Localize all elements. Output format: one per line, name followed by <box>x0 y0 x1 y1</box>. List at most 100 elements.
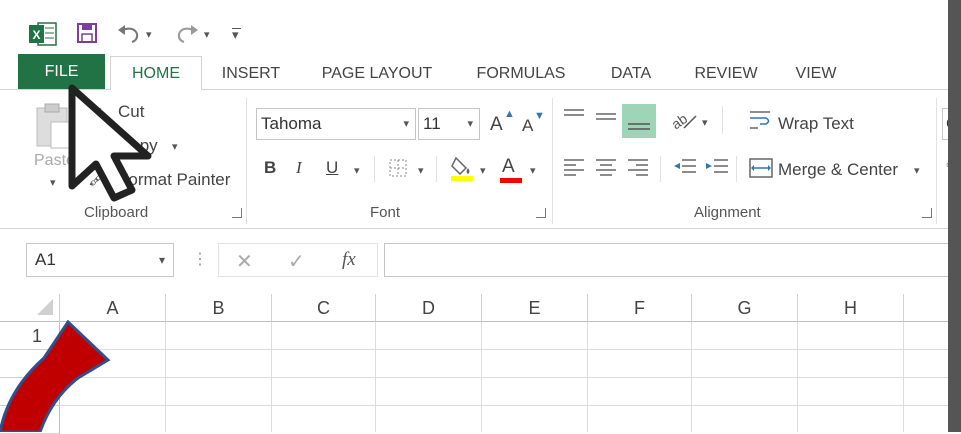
grid-line <box>797 322 798 432</box>
grow-font-icon: ▲ <box>504 108 515 120</box>
grid-line <box>903 322 904 432</box>
fill-color-icon[interactable] <box>450 154 476 182</box>
grid-line <box>481 322 482 432</box>
svg-text:ab: ab <box>670 110 690 132</box>
wrap-text-button[interactable]: Wrap Text <box>778 114 854 134</box>
wrap-text-icon[interactable] <box>748 108 774 132</box>
separator <box>374 156 375 182</box>
merge-center-dropdown-icon[interactable]: ▾ <box>914 164 920 177</box>
align-bottom-icon <box>628 123 650 130</box>
merge-center-button[interactable]: Merge & Center <box>778 160 898 180</box>
column-header-b[interactable]: B <box>166 294 272 322</box>
align-middle-icon[interactable] <box>594 106 618 128</box>
window-edge <box>948 0 961 432</box>
worksheet-grid[interactable]: A B C D E F G H 1 <box>0 294 961 434</box>
cancel-button[interactable]: ✕ <box>236 249 253 274</box>
name-box-value: A1 <box>35 250 56 269</box>
align-bottom-button[interactable] <box>622 104 656 138</box>
align-top-icon[interactable] <box>562 106 586 128</box>
enter-button[interactable]: ✓ <box>288 249 305 274</box>
merge-center-icon[interactable] <box>748 156 774 180</box>
save-icon[interactable] <box>76 22 98 44</box>
select-all-icon <box>37 299 53 315</box>
font-name-dropdown-icon[interactable]: ▾ <box>403 109 409 139</box>
align-right-icon[interactable] <box>626 156 650 178</box>
italic-button[interactable]: I <box>296 158 302 178</box>
excel-logo-icon[interactable]: X <box>28 20 58 48</box>
font-name-value: Tahoma <box>261 114 322 133</box>
align-center-icon[interactable] <box>594 156 618 178</box>
grid-line <box>165 322 166 432</box>
tab-formulas[interactable]: FORMULAS <box>464 58 578 89</box>
font-color-button[interactable]: A <box>502 156 515 178</box>
alignment-launcher-icon[interactable] <box>922 208 932 218</box>
shrink-font-button[interactable]: A <box>522 116 533 136</box>
paste-dropdown-icon[interactable]: ▾ <box>50 176 56 189</box>
column-header-a[interactable]: A <box>60 294 166 322</box>
font-size-box[interactable]: 11 ▾ <box>418 108 480 140</box>
name-box[interactable]: A1 ▾ <box>26 243 174 277</box>
svg-text:X: X <box>32 28 40 42</box>
formula-input[interactable] <box>384 243 954 277</box>
tab-view[interactable]: VIEW <box>784 58 848 89</box>
shrink-font-icon: ▼ <box>534 110 545 122</box>
grid-line <box>375 322 376 432</box>
orientation-dropdown-icon[interactable]: ▾ <box>702 116 708 129</box>
grid-line <box>691 322 692 432</box>
grid-line <box>587 322 588 432</box>
mouse-pointer-icon <box>68 84 152 202</box>
font-color-swatch <box>500 178 522 183</box>
column-header-d[interactable]: D <box>376 294 482 322</box>
font-name-box[interactable]: Tahoma ▾ <box>256 108 416 140</box>
tab-review[interactable]: REVIEW <box>684 58 768 89</box>
tab-data[interactable]: DATA <box>598 58 664 89</box>
redo-dropdown-icon[interactable]: ▾ <box>204 28 210 41</box>
separator <box>246 98 247 224</box>
separator <box>736 156 737 182</box>
tab-page-layout[interactable]: PAGE LAYOUT <box>306 58 448 89</box>
align-left-icon[interactable] <box>562 156 586 178</box>
clipboard-launcher-icon[interactable] <box>232 208 242 218</box>
customize-qat-icon[interactable]: ▾ <box>232 27 239 43</box>
customize-qat-bar <box>232 28 241 29</box>
copy-dropdown-icon[interactable]: ▾ <box>172 140 178 153</box>
separator <box>552 98 553 224</box>
fill-color-dropdown-icon[interactable]: ▾ <box>480 164 486 177</box>
font-group-label: Font <box>370 204 401 221</box>
font-size-value: 11 <box>423 114 441 133</box>
borders-icon[interactable] <box>388 158 408 178</box>
grid-line <box>60 405 961 406</box>
grow-font-button[interactable]: A <box>490 114 503 136</box>
borders-dropdown-icon[interactable]: ▾ <box>418 164 424 177</box>
separator <box>436 156 437 182</box>
alignment-group-label: Alignment <box>694 204 761 221</box>
separator <box>936 98 937 224</box>
underline-button[interactable]: U <box>326 158 338 178</box>
increase-indent-icon[interactable] <box>704 156 730 178</box>
font-color-dropdown-icon[interactable]: ▾ <box>530 164 536 177</box>
redo-icon[interactable] <box>174 22 200 44</box>
bold-button[interactable]: B <box>264 158 276 178</box>
undo-icon[interactable] <box>116 22 142 44</box>
separator <box>660 156 661 182</box>
clipboard-group-label: Clipboard <box>84 204 149 221</box>
column-header-f[interactable]: F <box>588 294 692 322</box>
tab-insert[interactable]: INSERT <box>212 58 290 89</box>
grid-line <box>271 322 272 432</box>
insert-function-button[interactable]: fx <box>342 249 356 271</box>
underline-dropdown-icon[interactable]: ▾ <box>354 164 360 177</box>
undo-dropdown-icon[interactable]: ▾ <box>146 28 152 41</box>
select-all-corner[interactable] <box>0 294 60 322</box>
orientation-icon[interactable]: ab <box>670 108 700 132</box>
column-header-h[interactable]: H <box>798 294 904 322</box>
font-size-dropdown-icon[interactable]: ▾ <box>467 109 473 139</box>
font-launcher-icon[interactable] <box>536 208 546 218</box>
column-header-g[interactable]: G <box>692 294 798 322</box>
column-header-c[interactable]: C <box>272 294 376 322</box>
column-header-e[interactable]: E <box>482 294 588 322</box>
decrease-indent-icon[interactable] <box>672 156 698 178</box>
name-box-dropdown-icon[interactable]: ▾ <box>159 244 165 276</box>
formula-bar-handle-icon[interactable]: ⋮ <box>192 249 208 269</box>
quick-access-toolbar: X ▾ ▾ ▾ <box>0 0 961 52</box>
formula-bar: A1 ▾ ⋮ ✕ ✓ fx <box>0 229 961 293</box>
